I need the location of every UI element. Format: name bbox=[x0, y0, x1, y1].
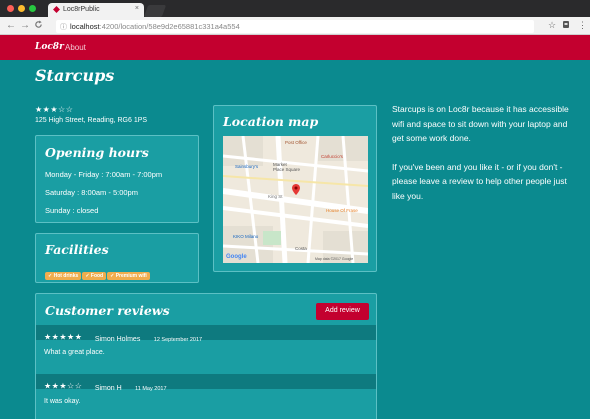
opening-hours-panel: Opening hours Monday - Friday : 7:00am -… bbox=[35, 135, 199, 223]
forward-icon[interactable]: → bbox=[20, 20, 30, 31]
review-header: ★★★★★ Simon Holmes 12 September 2017 bbox=[36, 325, 376, 343]
google-map[interactable]: Post Office Sainsbury's Market Place Squ… bbox=[223, 136, 368, 263]
site-info-icon[interactable]: ⓘ bbox=[60, 22, 67, 32]
sidebar-paragraph: Starcups is on Loc8r because it has acce… bbox=[392, 104, 569, 143]
map-label-market-place: Market Place Square bbox=[273, 162, 301, 172]
facilities-panel: Facilities ✓ Hot drinks ✓ Food ✓ Premium w… bbox=[35, 233, 199, 283]
sidebar-paragraph: If you've been and you like it - or if y… bbox=[392, 161, 567, 201]
hours-saturday: Saturday : 8:00am - 5:00pm bbox=[45, 188, 138, 197]
map-label-costa: Costa bbox=[295, 246, 307, 251]
nav-about-link[interactable]: About bbox=[65, 43, 86, 52]
page-content: Loc8r About Starcups ★★★☆☆ 125 High Stre… bbox=[0, 35, 590, 419]
review-author: Simon Holmes bbox=[94, 336, 141, 343]
bookmark-star-icon[interactable]: ☆ bbox=[548, 20, 556, 31]
tab-title: Loc8rPublic bbox=[63, 6, 100, 13]
customer-reviews-panel: Customer reviews Add review ★★★★★ Simon … bbox=[35, 293, 377, 419]
browser-tab[interactable]: Loc8rPublic × bbox=[48, 3, 144, 17]
reload-icon[interactable] bbox=[34, 20, 43, 32]
location-address: 125 High Street, Reading, RG6 1PS bbox=[35, 117, 148, 124]
review-text: What a great place. bbox=[44, 349, 105, 356]
location-map-panel: Location map Post Office Sainsbury's Mar… bbox=[213, 105, 377, 272]
back-icon[interactable]: ← bbox=[6, 20, 16, 31]
opening-hours-title: Opening hours bbox=[45, 145, 149, 160]
page-title: Starcups bbox=[35, 66, 115, 85]
window-minimize-button[interactable] bbox=[18, 5, 25, 12]
hours-sunday: Sunday : closed bbox=[45, 206, 99, 215]
map-label-house-of-fraser: House Of Frase bbox=[326, 208, 358, 213]
facilities-title: Facilities bbox=[45, 242, 109, 257]
review-rating-stars: ★★★★★ bbox=[44, 332, 83, 342]
hours-weekday: Monday - Friday : 7:00am - 7:00pm bbox=[45, 170, 163, 179]
map-label-kiko: KIKO Milano bbox=[233, 234, 259, 239]
window-maximize-button[interactable] bbox=[29, 5, 36, 12]
tab-close-icon[interactable]: × bbox=[135, 5, 139, 12]
location-map-title: Location map bbox=[223, 114, 319, 129]
map-label-sainsburys: Sainsbury's bbox=[235, 164, 259, 169]
browser-menu-icon[interactable]: ⋮ bbox=[578, 20, 587, 31]
map-label-cafe: Carluccio's bbox=[321, 154, 343, 159]
customer-reviews-title: Customer reviews bbox=[45, 303, 170, 318]
review-date: 12 September 2017 bbox=[153, 337, 203, 343]
browser-titlebar: Loc8rPublic × bbox=[0, 0, 590, 17]
review-author: Simon H bbox=[94, 385, 122, 392]
map-label-street: King St bbox=[268, 194, 283, 199]
facility-badge: ✓ Food bbox=[82, 272, 107, 280]
add-review-button[interactable]: Add review bbox=[316, 303, 369, 320]
facility-badge: ✓ Premium wifi bbox=[107, 272, 150, 280]
new-tab-button[interactable] bbox=[143, 5, 167, 17]
review-date: 11 May 2017 bbox=[135, 386, 167, 392]
angular-favicon-icon bbox=[53, 6, 60, 13]
location-rating-stars: ★★★☆☆ bbox=[35, 105, 74, 114]
map-label-post-office: Post Office bbox=[285, 140, 307, 145]
review-text: It was okay. bbox=[44, 398, 81, 405]
browser-toolbar: ← → ⓘ localhost:4200/location/58e9d2e658… bbox=[0, 17, 590, 35]
site-navbar: Loc8r About bbox=[0, 35, 590, 60]
address-bar[interactable]: ⓘ localhost:4200/location/58e9d2e65881c3… bbox=[56, 20, 534, 33]
url-host: localhost bbox=[70, 22, 100, 31]
google-logo: Google bbox=[226, 254, 247, 260]
window-close-button[interactable] bbox=[7, 5, 14, 12]
facility-badges: ✓ Hot drinks ✓ Food ✓ Premium wifi bbox=[45, 264, 151, 282]
extension-icon[interactable] bbox=[562, 20, 570, 31]
sidebar-description: Starcups is on Loc8r because it has acce… bbox=[392, 102, 580, 217]
review-header: ★★★☆☆ Simon H 11 May 2017 bbox=[36, 374, 376, 392]
url-path: :4200/location/58e9d2e65881c331a4a554 bbox=[99, 22, 240, 31]
facility-badge: ✓ Hot drinks bbox=[45, 272, 82, 280]
map-marker-icon[interactable] bbox=[292, 182, 300, 200]
brand-logo[interactable]: Loc8r bbox=[35, 42, 64, 52]
map-copyright: Map data ©2017 Google bbox=[315, 257, 354, 261]
review-rating-stars: ★★★☆☆ bbox=[44, 381, 83, 391]
